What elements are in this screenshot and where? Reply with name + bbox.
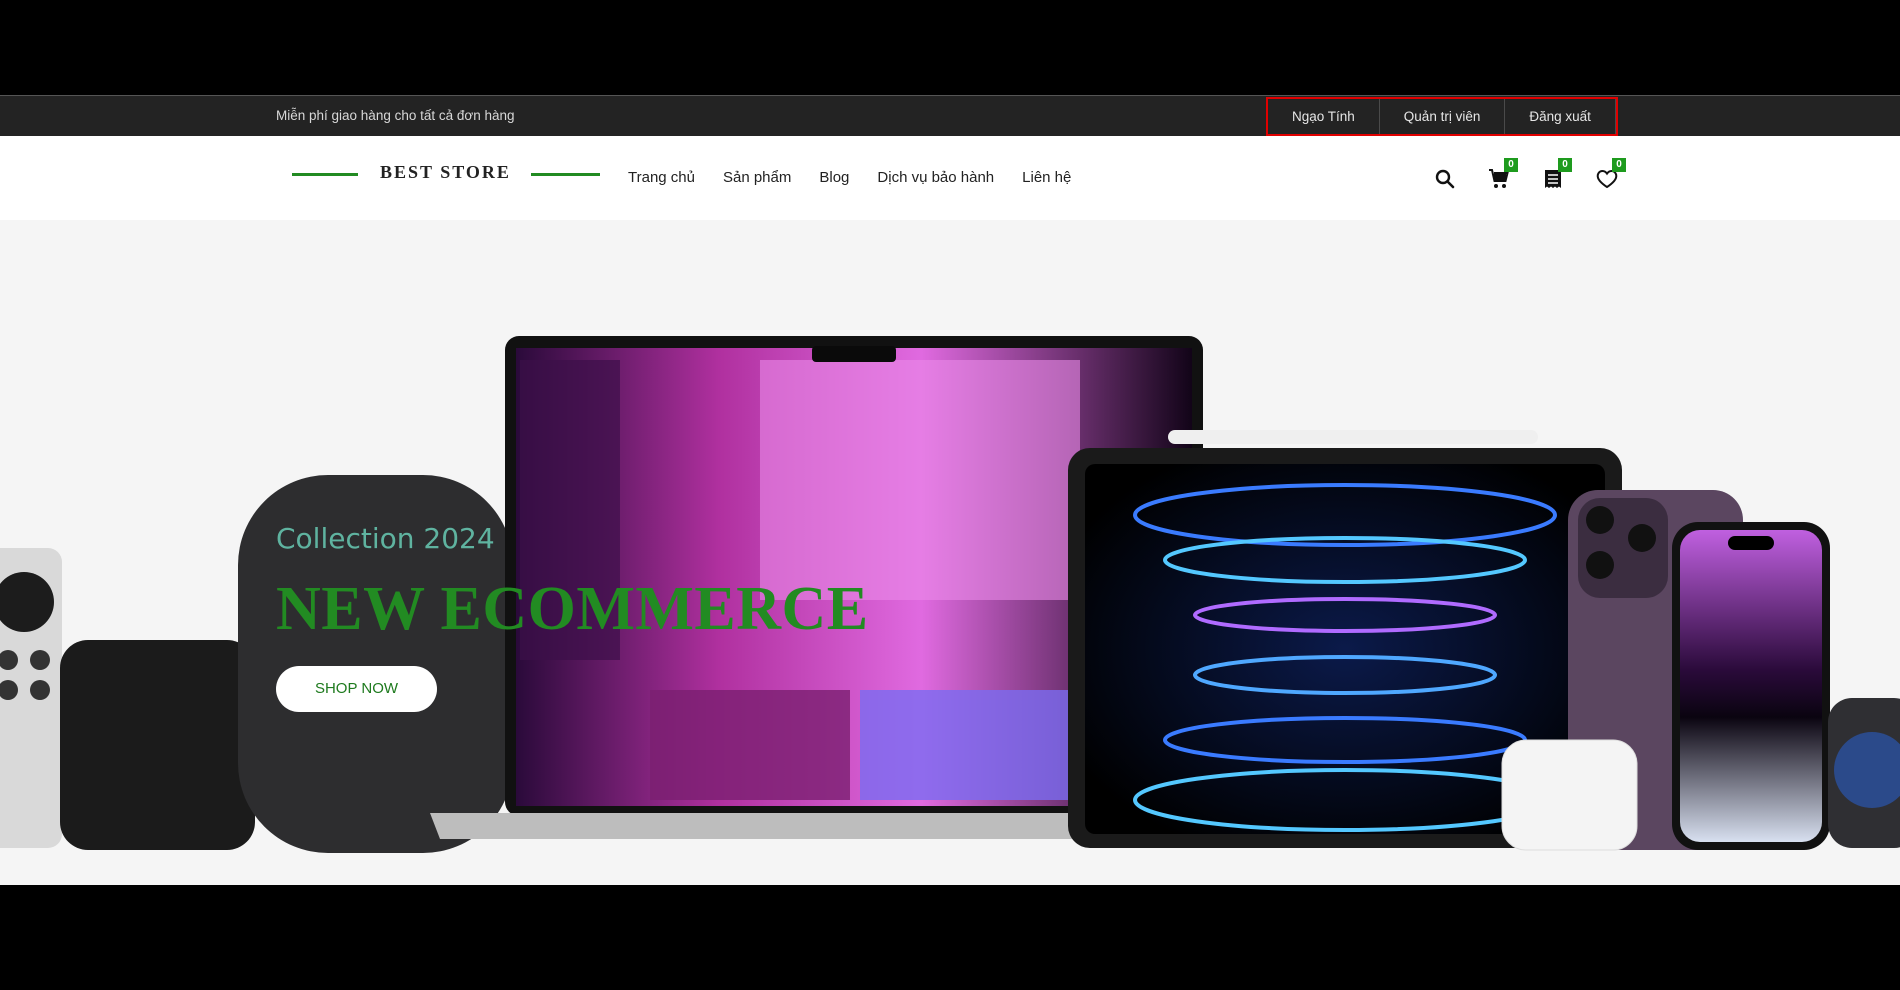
cart-icon[interactable]: 0 xyxy=(1484,158,1518,194)
search-icon[interactable] xyxy=(1430,164,1460,194)
hero-subtitle: Collection 2024 xyxy=(276,522,495,555)
hero-text: Collection 2024 NEW ECOMMERCE SHOP NOW xyxy=(276,522,868,712)
main-nav: Trang chủ Sản phẩm Blog Dịch vụ bảo hành… xyxy=(628,169,1071,186)
user-name-link[interactable]: Ngạo Tính xyxy=(1268,99,1380,134)
admin-link[interactable]: Quản trị viên xyxy=(1380,99,1506,134)
shop-now-button[interactable]: SHOP NOW xyxy=(276,666,437,712)
orders-icon[interactable]: 0 xyxy=(1538,158,1572,194)
cart-count-badge: 0 xyxy=(1504,158,1518,172)
logo-line-right xyxy=(531,173,600,176)
header-icons: 0 0 0 xyxy=(1430,158,1626,194)
account-links: Ngạo Tính Quản trị viên Đăng xuất xyxy=(1266,97,1618,136)
site-header: BEST STORE Trang chủ Sản phẩm Blog Dịch … xyxy=(0,136,1900,220)
nav-contact[interactable]: Liên hệ xyxy=(1022,169,1071,186)
nav-warranty[interactable]: Dịch vụ bảo hành xyxy=(877,169,994,186)
wishlist-count-badge: 0 xyxy=(1612,158,1626,172)
nav-products[interactable]: Sản phẩm xyxy=(723,169,791,186)
hero-title: NEW ECOMMERCE xyxy=(276,575,869,643)
orders-count-badge: 0 xyxy=(1558,158,1572,172)
heart-icon[interactable]: 0 xyxy=(1592,158,1626,194)
logout-link[interactable]: Đăng xuất xyxy=(1505,99,1616,134)
top-bar: Miễn phí giao hàng cho tất cả đơn hàng N… xyxy=(0,95,1900,136)
logo-line-left xyxy=(292,173,358,176)
free-shipping-text: Miễn phí giao hàng cho tất cả đơn hàng xyxy=(276,108,515,123)
hero-banner: Collection 2024 NEW ECOMMERCE SHOP NOW xyxy=(0,220,1900,885)
nav-blog[interactable]: Blog xyxy=(819,169,849,186)
logo-text: BEST STORE xyxy=(380,162,511,182)
logo[interactable]: BEST STORE xyxy=(292,160,600,190)
nav-home[interactable]: Trang chủ xyxy=(628,169,695,186)
